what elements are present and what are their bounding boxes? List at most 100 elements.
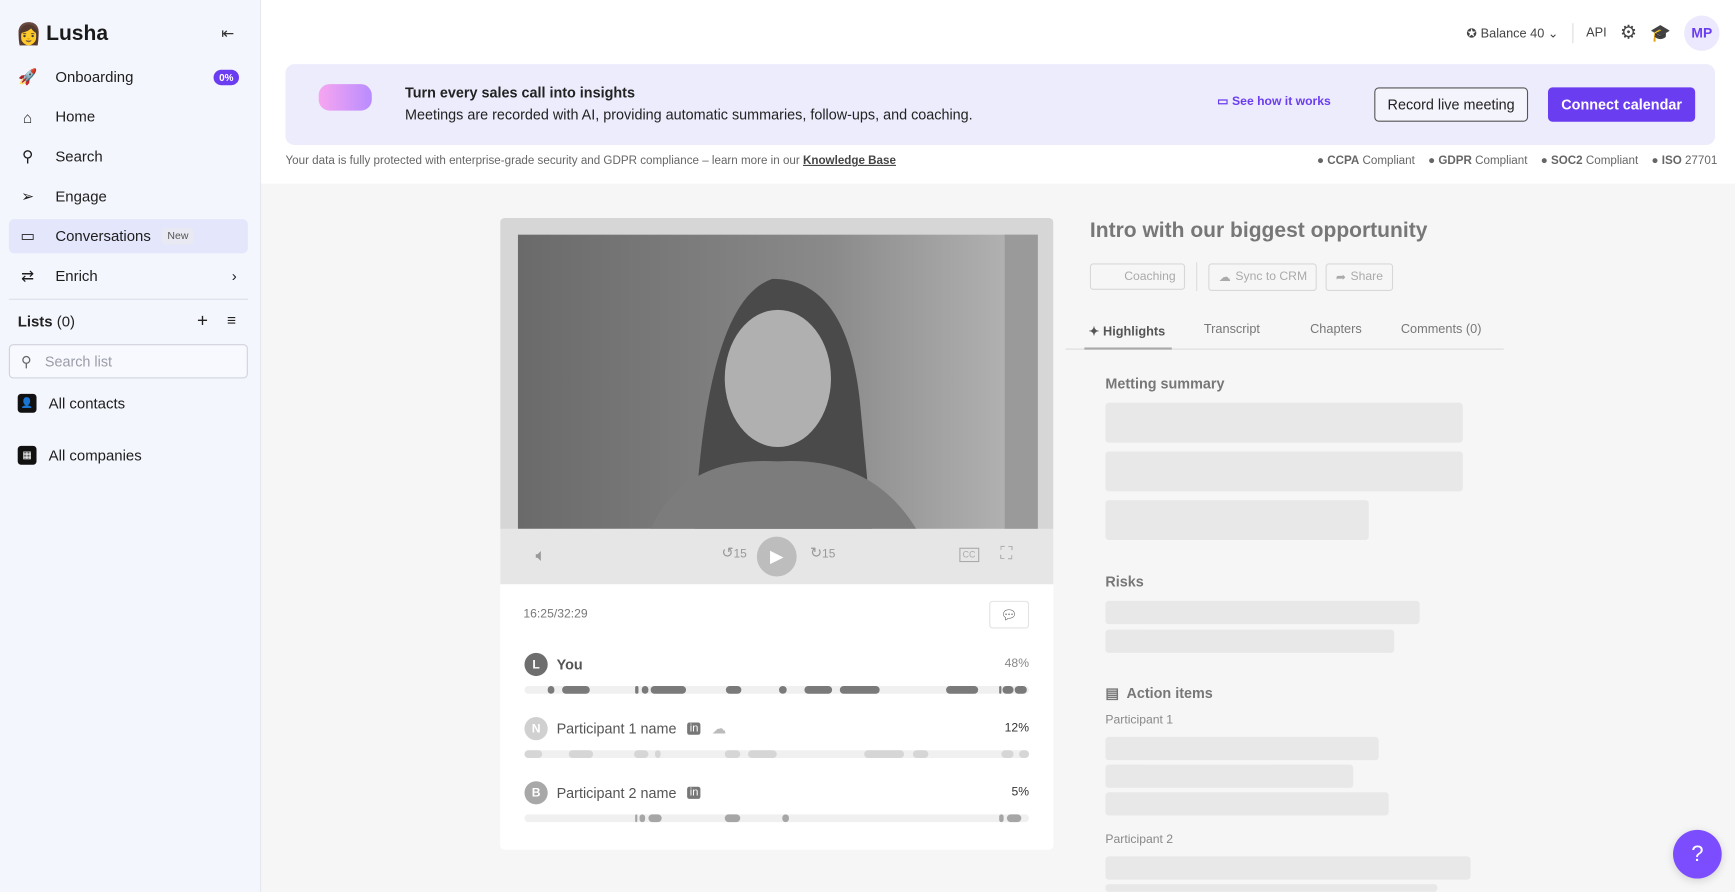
speaker-timeline[interactable] [524,686,1030,694]
connect-calendar-button[interactable]: Connect calendar [1547,87,1696,122]
video-player-card: 🔈︎ ↺15 ▶ ↻15 CC ⛶ 16:25/32:29 💬︎ L You 4… [500,217,1054,850]
search-icon: ⚲ [21,147,34,165]
speech-segment [725,750,741,758]
refresh-icon: ⇄ [21,266,35,285]
speaker-row: L You [524,652,583,677]
speech-segment [524,750,543,758]
linkedin-icon[interactable]: in [687,786,701,799]
speech-segment [779,686,787,694]
record-live-meeting-button[interactable]: Record live meeting [1374,87,1528,122]
play-button[interactable]: ▶ [756,536,797,577]
rocket-icon: 🚀 [18,67,38,86]
add-list-icon[interactable]: + [197,310,208,332]
balance-dropdown[interactable]: ✪ Balance 40 ⌄ [1466,25,1558,41]
sidebar-item-engage[interactable]: ➢ Engage [9,179,248,213]
speaker-name: You [556,656,583,673]
sidebar-item-conversations[interactable]: ▭ Conversations New [8,219,248,254]
sidebar: 👩 Lusha ⇤ 🚀 Onboarding 0% ⌂ Home ⚲ Search ➢ En… [0,0,262,892]
sidebar-item-home[interactable]: ⌂ Home [9,100,248,134]
captions-icon[interactable]: CC [959,547,979,563]
tab-chapters[interactable]: Chapters [1310,323,1362,336]
contact-icon: 👤 [17,393,37,413]
speech-segment [1018,750,1030,758]
participant-1-label: Participant 1 [1105,713,1174,727]
action-skeleton [1105,792,1389,816]
knowledge-base-link[interactable]: Knowledge Base [803,154,896,167]
top-bar: ✪ Balance 40 ⌄ API ⚙ 🎓 MP [1466,15,1720,51]
speech-segment [998,686,1001,694]
tab-transcript[interactable]: Transcript [1204,323,1260,336]
tab-highlights[interactable]: ✦ Highlights [1089,323,1165,338]
security-note: Your data is fully protected with enterp… [285,153,896,168]
speaker-timeline[interactable] [524,814,1030,823]
sidebar-item-search[interactable]: ⚲ Search [9,139,248,173]
video-area[interactable] [500,217,1054,529]
video-frame [517,234,1038,529]
lists-heading: Lists (0) [17,313,75,330]
speech-segment [650,686,686,694]
coin-icon: ✪ [1466,27,1478,41]
speaker-timeline[interactable] [524,750,1030,758]
speech-segment [748,750,777,758]
speech-segment [562,686,591,694]
speech-segment [1001,750,1014,758]
speech-segment [639,814,646,823]
promo-banner: Turn every sales call into insights Meet… [285,64,1716,145]
lusha-logo[interactable]: 👩 Lusha [15,21,108,48]
list-all-companies[interactable]: ▦ All companies [17,445,142,465]
linkedin-icon[interactable]: in [687,722,701,735]
filter-icon[interactable]: ≡ [227,311,236,329]
see-how-it-works-link[interactable]: ▭ See how it works [1217,94,1331,108]
action-skeleton [1105,884,1438,892]
tab-comments[interactable]: Comments (0) [1401,323,1482,336]
iso-badge: ● ISO 27701 [1651,153,1718,168]
video-icon: ▭ [20,226,35,245]
volume-icon[interactable]: 🔈︎ [536,547,547,567]
logo-icon: 👩 [15,23,42,47]
meeting-actions: Coaching ☁ Sync to CRM ➦ Share [1089,262,1393,292]
speech-segment [726,686,742,694]
skip-forward-icon[interactable]: ↻15 [810,544,835,562]
gear-icon[interactable]: ⚙ [1620,22,1637,44]
ai-chat-illustration-icon [318,84,372,111]
list-all-contacts[interactable]: 👤 All contacts [17,393,125,413]
speech-segment [1007,814,1022,823]
search-list-input[interactable]: ⚲ Search list [8,344,248,379]
academy-icon[interactable]: 🎓 [1650,23,1671,43]
risks-heading: Risks [1105,573,1144,590]
avatar[interactable]: MP [1684,15,1720,51]
speech-segment [912,750,929,758]
help-button[interactable]: ? [1673,829,1722,879]
speech-segment [634,750,649,758]
divider [8,298,248,300]
speech-segment [1014,686,1027,694]
participant-2-label: Participant 2 [1105,833,1174,847]
soc2-badge: ● SOC2 Compliant [1540,153,1639,168]
speaker-avatar: L [524,652,548,677]
speech-segment [864,750,905,758]
summary-skeleton [1105,500,1369,540]
speech-segment [635,814,638,823]
sidebar-item-enrich[interactable]: ⇄ Enrich › [9,259,248,293]
gdpr-badge: ● GDPR Compliant [1428,153,1528,168]
comment-button[interactable]: 💬︎ [989,600,1030,629]
speech-segment [547,686,555,694]
coaching-button[interactable]: Coaching [1089,263,1186,290]
speaker-avatar: N [524,717,548,741]
skip-back-icon[interactable]: ↺15 [721,544,746,562]
send-icon: ➢ [21,186,35,205]
action-skeleton [1105,736,1379,761]
sidebar-item-onboarding[interactable]: 🚀 Onboarding 0% [9,60,248,94]
collapse-sidebar-icon[interactable]: ⇤ [221,24,234,43]
speech-segment [654,750,661,758]
speech-segment [781,814,790,823]
speaker-row: N Participant 1 name in ☁ [524,717,726,741]
summary-skeleton [1105,402,1463,443]
api-link[interactable]: API [1586,27,1607,40]
share-button[interactable]: ➦ Share [1325,262,1393,291]
sync-to-crm-button[interactable]: ☁ Sync to CRM [1208,262,1318,291]
fullscreen-icon[interactable]: ⛶ [1000,544,1012,564]
speech-segment [648,814,662,823]
speaker-percent: 48% [1004,657,1030,671]
speech-segment [725,814,741,823]
